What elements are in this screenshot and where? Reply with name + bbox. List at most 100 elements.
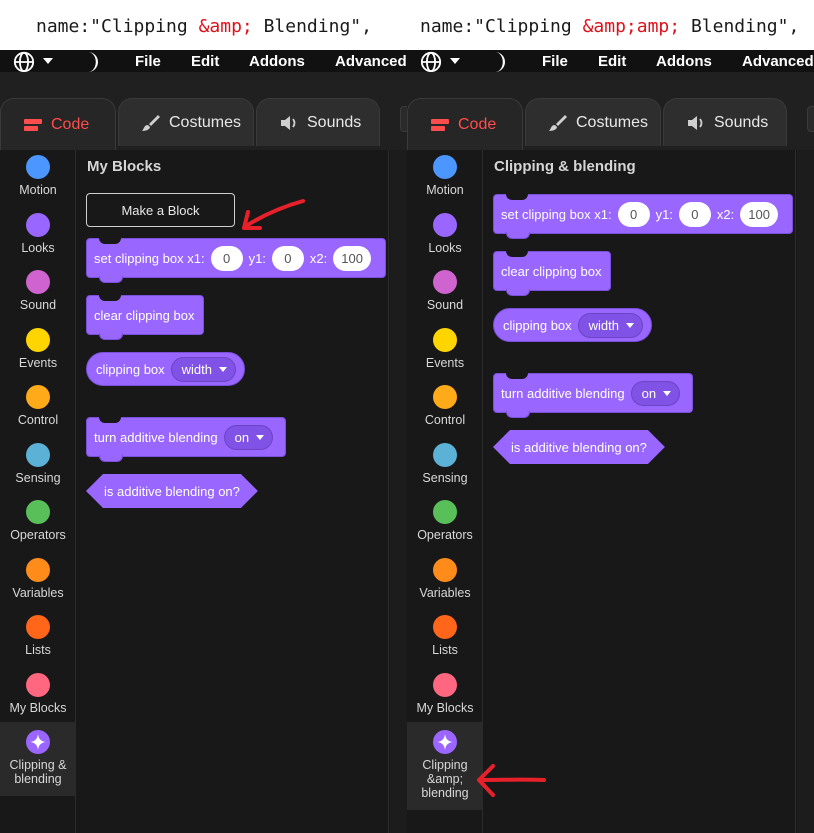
chevron-down-icon — [256, 434, 265, 440]
category-my-blocks[interactable]: My Blocks — [407, 673, 483, 715]
tab-costumes[interactable]: Costumes — [118, 98, 254, 146]
tab-code[interactable]: Code — [0, 98, 116, 150]
block-text: turn additive blending — [501, 385, 625, 401]
workspace[interactable] — [797, 150, 814, 833]
category-menu: Motion Looks Sound Events Control Sensin… — [0, 150, 76, 833]
workspace[interactable] — [390, 150, 407, 833]
tab-code-label: Code — [51, 115, 90, 133]
category-sensing[interactable]: Sensing — [407, 443, 483, 485]
x2-input[interactable]: 100 — [333, 245, 371, 271]
x1-input[interactable]: 0 — [617, 201, 650, 227]
category-events[interactable]: Events — [407, 328, 483, 370]
category-dot — [433, 155, 457, 179]
category-looks[interactable]: Looks — [0, 213, 76, 255]
menu-file[interactable]: File — [542, 53, 568, 70]
block-is-additive-blending-on[interactable]: is additive blending on? — [86, 474, 258, 508]
category-sound[interactable]: Sound — [407, 270, 483, 312]
additive-blending-dropdown[interactable]: on — [630, 380, 681, 406]
y1-input[interactable]: 0 — [678, 201, 711, 227]
globe-icon[interactable] — [12, 51, 36, 73]
menu-advanced[interactable]: Advanced — [335, 53, 407, 70]
moon-icon[interactable] — [82, 51, 102, 73]
menu-edit[interactable]: Edit — [191, 53, 219, 70]
block-clipping-box-reporter[interactable]: clipping box width — [493, 308, 653, 342]
category-lists[interactable]: Lists — [407, 615, 483, 657]
moon-icon[interactable] — [489, 51, 509, 73]
page: name:"Clipping &amp; Blending", name:"Cl… — [0, 0, 814, 833]
additive-blending-dropdown[interactable]: on — [223, 424, 274, 450]
tab-sounds[interactable]: Sounds — [663, 98, 787, 146]
tab-sounds-label: Sounds — [307, 113, 362, 131]
x1-input[interactable]: 0 — [210, 245, 243, 271]
block-text: is additive blending on? — [511, 439, 647, 455]
menu-edit[interactable]: Edit — [598, 53, 626, 70]
category-control[interactable]: Control — [407, 385, 483, 427]
category-variables[interactable]: Variables — [0, 558, 76, 600]
category-dot — [26, 270, 50, 294]
block-palette: Clipping & blending set clipping box x1:… — [484, 150, 796, 833]
tab-costumes-label: Costumes — [576, 113, 649, 131]
block-text: x2: — [716, 206, 735, 222]
block-turn-additive-blending[interactable]: turn additive blending on — [493, 373, 693, 418]
category-motion[interactable]: Motion — [0, 155, 76, 197]
block-text: set clipping box x1: — [94, 250, 205, 266]
category-label: Sensing — [422, 471, 468, 485]
menu-addons[interactable]: Addons — [249, 53, 305, 70]
category-label: Lists — [432, 643, 458, 657]
category-control[interactable]: Control — [0, 385, 76, 427]
category-operators[interactable]: Operators — [0, 500, 76, 542]
block-turn-additive-blending[interactable]: turn additive blending on — [86, 417, 286, 462]
category-label: My Blocks — [9, 701, 67, 715]
block-set-clipping-box[interactable]: set clipping box x1: 0 y1: 0 x2: 100 — [86, 238, 386, 283]
block-set-clipping-box[interactable]: set clipping box x1: 0 y1: 0 x2: 100 — [493, 194, 793, 239]
category-dot — [26, 443, 50, 467]
menu-file[interactable]: File — [135, 53, 161, 70]
category-sound[interactable]: Sound — [0, 270, 76, 312]
globe-icon[interactable] — [419, 51, 443, 73]
chevron-down-icon[interactable] — [43, 58, 53, 64]
menu-advanced[interactable]: Advanced — [742, 53, 814, 70]
code-entity: &amp;amp; — [582, 16, 681, 37]
menu-bar: File Edit Addons Advanced — [0, 50, 407, 73]
brush-icon — [142, 114, 160, 131]
category-operators[interactable]: Operators — [407, 500, 483, 542]
block-text: y1: — [248, 250, 266, 266]
chevron-down-icon[interactable] — [450, 58, 460, 64]
block-text: turn additive blending — [94, 429, 218, 445]
category-lists[interactable]: Lists — [0, 615, 76, 657]
menu-addons[interactable]: Addons — [656, 53, 712, 70]
stage-tab-edge — [807, 106, 814, 132]
make-a-block-button[interactable]: Make a Block — [86, 193, 235, 227]
category-motion[interactable]: Motion — [407, 155, 483, 197]
category-clipping-blending[interactable]: Clipping &amp; blending — [407, 722, 483, 810]
tab-costumes[interactable]: Costumes — [525, 98, 661, 146]
block-text: clear clipping box — [501, 263, 602, 279]
block-is-additive-blending-on[interactable]: is additive blending on? — [493, 430, 665, 464]
tab-sounds[interactable]: Sounds — [256, 98, 380, 146]
clipping-box-dropdown[interactable]: width — [577, 312, 644, 338]
y1-input[interactable]: 0 — [271, 245, 304, 271]
code-blocks-icon — [431, 118, 449, 131]
block-text: clear clipping box — [94, 307, 195, 323]
tab-code[interactable]: Code — [407, 98, 523, 150]
category-dot — [433, 615, 457, 639]
category-my-blocks[interactable]: My Blocks — [0, 673, 76, 715]
category-variables[interactable]: Variables — [407, 558, 483, 600]
block-clear-clipping-box[interactable]: clear clipping box — [493, 251, 611, 296]
category-events[interactable]: Events — [0, 328, 76, 370]
code-suffix: Blending", — [680, 16, 800, 37]
dropdown-value: width — [588, 317, 620, 333]
category-looks[interactable]: Looks — [407, 213, 483, 255]
block-text: x2: — [309, 250, 328, 266]
x2-input[interactable]: 100 — [740, 201, 778, 227]
clipping-box-dropdown[interactable]: width — [170, 356, 237, 382]
category-label: Looks — [21, 241, 55, 255]
category-clipping-blending[interactable]: Clipping & blending — [0, 722, 76, 796]
category-dot — [433, 558, 457, 582]
category-label: Variables — [419, 586, 471, 600]
palette-title: My Blocks — [87, 158, 162, 175]
block-clear-clipping-box[interactable]: clear clipping box — [86, 295, 204, 340]
code-prefix: name:"Clipping — [36, 16, 199, 37]
block-clipping-box-reporter[interactable]: clipping box width — [86, 352, 246, 386]
category-sensing[interactable]: Sensing — [0, 443, 76, 485]
